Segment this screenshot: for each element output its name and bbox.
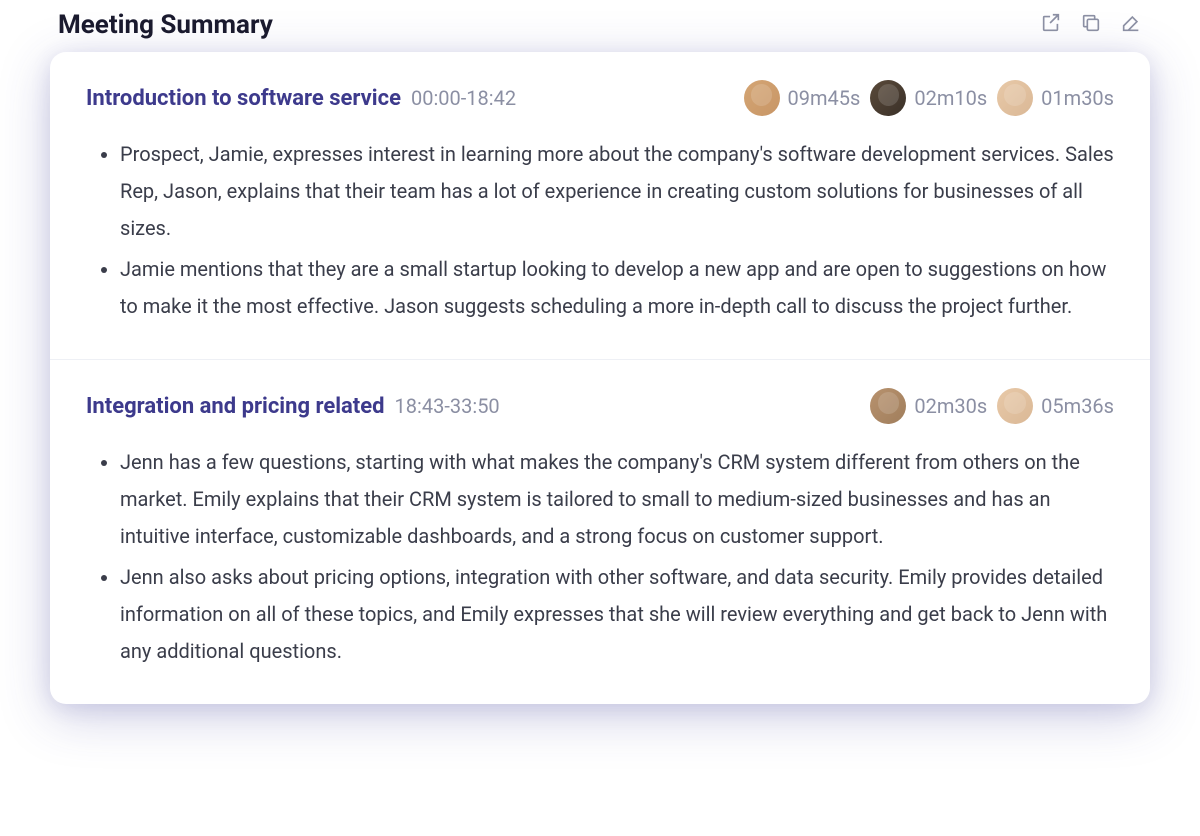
bullet-item: Jenn has a few questions, starting with … xyxy=(120,444,1114,555)
bullet-list: Prospect, Jamie, expresses interest in l… xyxy=(86,136,1114,325)
participant-duration: 01m30s xyxy=(1041,86,1114,110)
summary-section: Integration and pricing related 18:43-33… xyxy=(50,359,1150,704)
participant: 01m30s xyxy=(997,80,1114,116)
avatar xyxy=(870,80,906,116)
bullet-list: Jenn has a few questions, starting with … xyxy=(86,444,1114,670)
section-header: Integration and pricing related 18:43-33… xyxy=(86,388,1114,424)
page-title: Meeting Summary xyxy=(58,10,273,40)
section-time-range: 18:43-33:50 xyxy=(395,394,500,418)
participant-duration: 05m36s xyxy=(1041,394,1114,418)
export-icon[interactable] xyxy=(1040,12,1062,38)
section-title: Introduction to software service xyxy=(86,86,401,111)
bullet-item: Prospect, Jamie, expresses interest in l… xyxy=(120,136,1114,247)
section-time-range: 00:00-18:42 xyxy=(411,86,516,110)
participant-duration: 02m10s xyxy=(914,86,987,110)
header-actions xyxy=(1040,12,1142,38)
section-header: Introduction to software service 00:00-1… xyxy=(86,80,1114,116)
avatar xyxy=(997,80,1033,116)
bullet-item: Jamie mentions that they are a small sta… xyxy=(120,251,1114,325)
participant: 02m10s xyxy=(870,80,987,116)
participant: 05m36s xyxy=(997,388,1114,424)
summary-section: Introduction to software service 00:00-1… xyxy=(50,52,1150,359)
header-bar: Meeting Summary xyxy=(50,10,1150,40)
edit-icon[interactable] xyxy=(1120,12,1142,38)
bullet-item: Jenn also asks about pricing options, in… xyxy=(120,559,1114,670)
summary-card: Introduction to software service 00:00-1… xyxy=(50,52,1150,704)
participant-duration: 02m30s xyxy=(914,394,987,418)
avatar xyxy=(744,80,780,116)
participant: 02m30s xyxy=(870,388,987,424)
participant-duration: 09m45s xyxy=(788,86,861,110)
copy-icon[interactable] xyxy=(1080,12,1102,38)
participant: 09m45s xyxy=(744,80,861,116)
avatar xyxy=(997,388,1033,424)
section-title: Integration and pricing related xyxy=(86,394,385,419)
avatar xyxy=(870,388,906,424)
